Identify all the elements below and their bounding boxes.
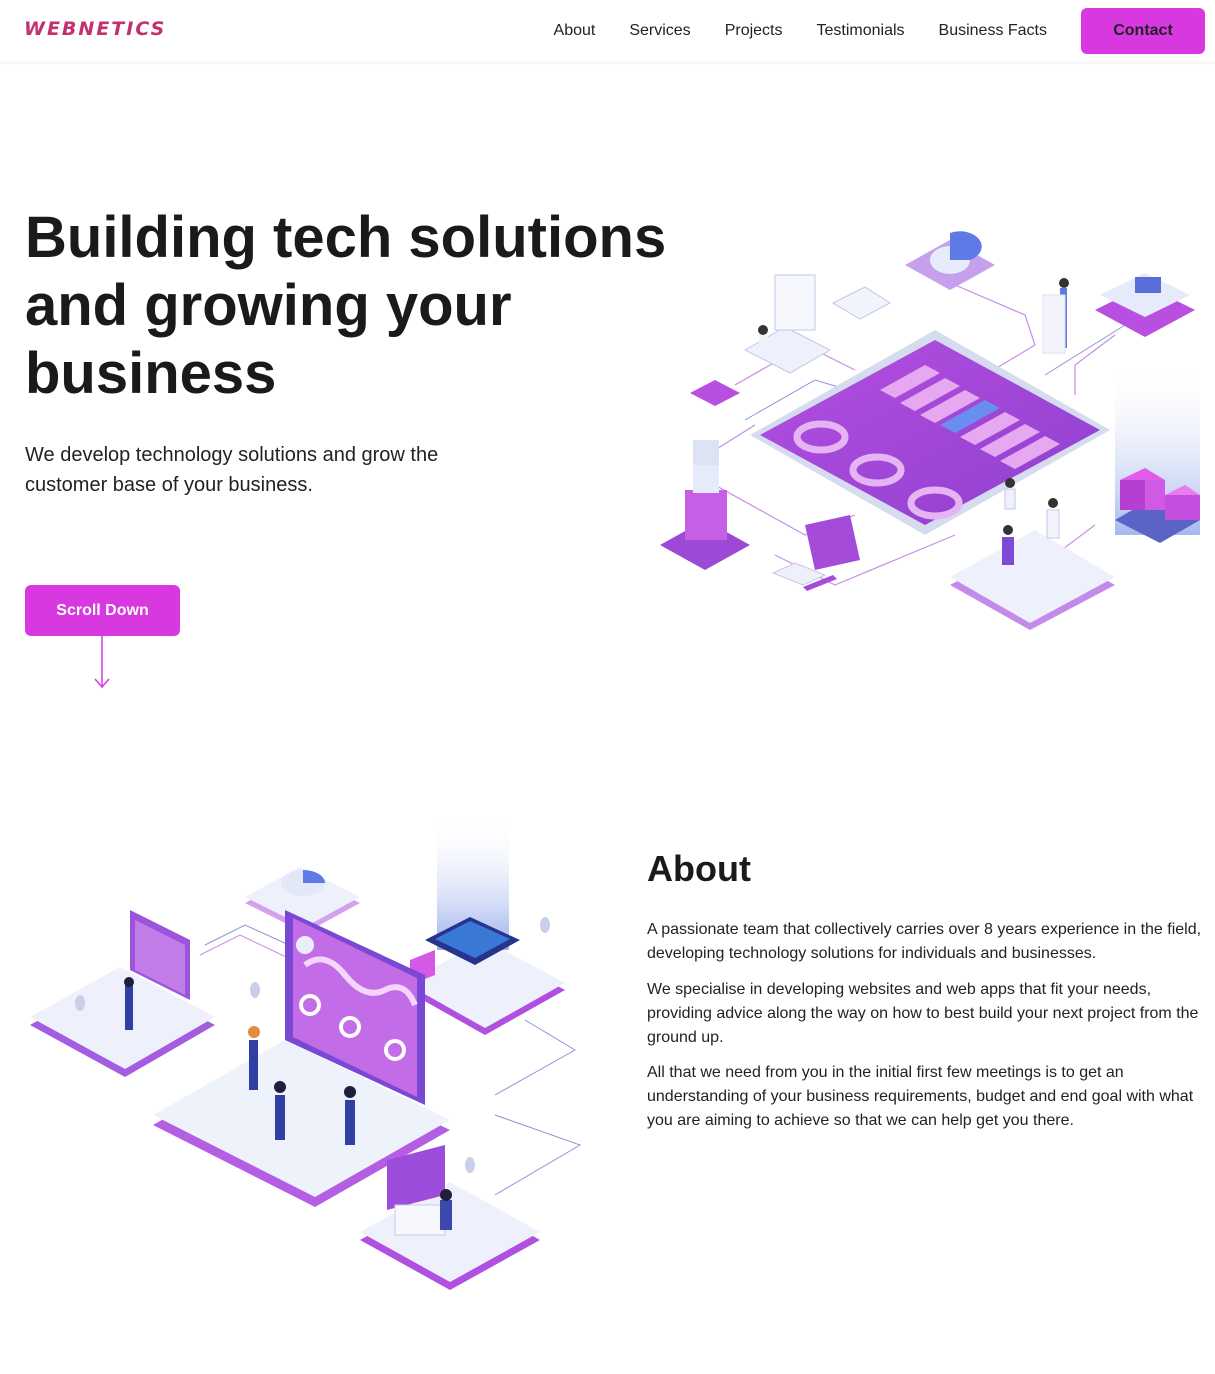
nav-link-services[interactable]: Services xyxy=(629,22,690,40)
hero-subtitle: We develop technology solutions and grow… xyxy=(25,444,439,496)
about-paragraph-2: We specialise in developing websites and… xyxy=(647,981,1199,1046)
about-paragraph-1: A passionate team that collectively carr… xyxy=(647,921,1202,962)
scroll-down-button[interactable]: Scroll Down xyxy=(25,585,180,636)
nav-link-projects[interactable]: Projects xyxy=(725,22,783,40)
nav-link-testimonials[interactable]: Testimonials xyxy=(816,22,904,40)
contact-button[interactable]: Contact xyxy=(1081,8,1205,54)
site-header: WEBNETICS About Services Projects Testim… xyxy=(0,0,1215,62)
hero-title: Building tech solutions and growing your… xyxy=(25,205,667,406)
about-paragraph-3: All that we need from you in the initial… xyxy=(647,1064,1194,1129)
isometric-team-illustration xyxy=(30,815,582,1290)
arrow-down-icon xyxy=(94,636,110,689)
about-title: About xyxy=(647,848,751,889)
logo[interactable]: WEBNETICS xyxy=(24,18,166,40)
main-nav: About Services Projects Testimonials Bus… xyxy=(554,8,1205,54)
nav-link-business-facts[interactable]: Business Facts xyxy=(939,22,1047,40)
nav-link-about[interactable]: About xyxy=(554,22,596,40)
isometric-dashboard-illustration xyxy=(660,231,1200,630)
